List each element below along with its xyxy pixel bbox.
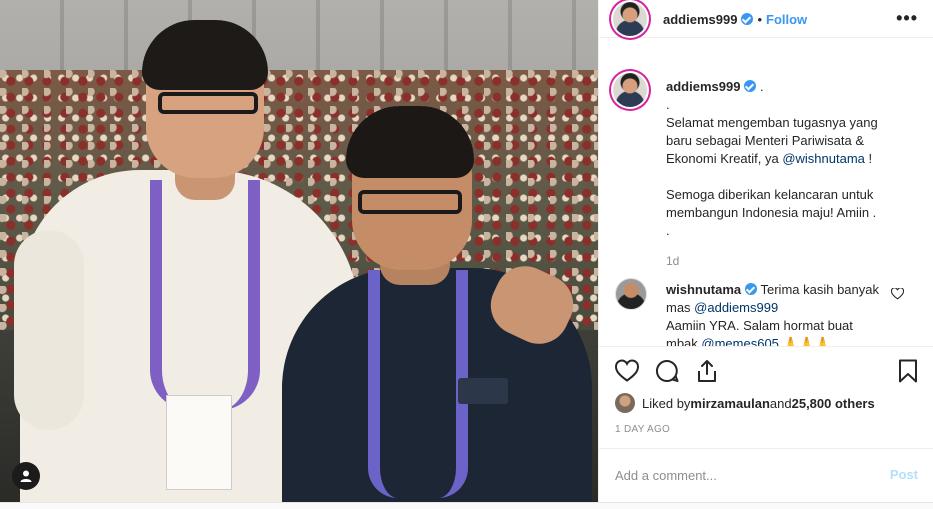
add-comment-section: Post (599, 448, 933, 502)
right-person-lanyard (368, 270, 468, 498)
reply-mention-link[interactable]: @addiems999 (694, 300, 778, 315)
author-avatar[interactable] (613, 2, 647, 36)
caption-line: . (666, 97, 670, 112)
caption-mention-link[interactable]: @wishnutama (782, 151, 865, 166)
caption-line-text: Ekonomi Kreatif, ya (666, 151, 783, 166)
follow-button[interactable]: Follow (766, 12, 807, 27)
likes-others[interactable]: 25,800 others (792, 396, 875, 411)
left-person-glasses (158, 92, 258, 114)
reply-emoji: 🙏🙏🙏 (782, 336, 832, 347)
left-person-id-card (166, 395, 232, 490)
caption-line: Ekonomi Kreatif, ya @wishnutama ! (666, 150, 921, 168)
action-bar (599, 352, 933, 388)
liker-avatar[interactable] (615, 393, 635, 413)
caption-username[interactable]: addiems999 (666, 79, 740, 94)
user-icon (20, 470, 32, 482)
caption-header: addiems999 . (666, 78, 921, 96)
author-username[interactable]: addiems999 (663, 12, 737, 27)
caption-line: membangun Indonesia maju! Amiin . (666, 205, 877, 220)
caption-mention-suffix: ! (864, 151, 873, 166)
left-person-arm (14, 230, 84, 430)
heart-icon[interactable] (614, 358, 640, 384)
tagged-user-button[interactable] (12, 462, 40, 490)
small-heart-icon[interactable] (891, 288, 904, 300)
bookmark-icon[interactable] (895, 358, 921, 384)
share-icon[interactable] (694, 358, 720, 384)
comments-area[interactable]: addiems999 . . Selamat mengemban tugasny… (599, 62, 933, 347)
likes-prefix: Liked by (642, 395, 691, 411)
comment-input[interactable] (615, 463, 865, 487)
post-sidebar: addiems999 • Follow ••• addiems999 . . Sel… (598, 0, 933, 502)
verified-icon (741, 13, 754, 25)
reply-avatar[interactable] (615, 278, 647, 310)
verified-icon (745, 283, 758, 295)
reply-mention-link-2[interactable]: @memes605 (701, 336, 779, 346)
shirt-logo (458, 378, 508, 404)
caption-after-name: . (756, 79, 764, 94)
more-options-icon[interactable]: ••• (896, 8, 918, 29)
caption-avatar[interactable] (613, 73, 647, 107)
separator-dot: • (757, 12, 762, 27)
verified-icon (744, 80, 757, 92)
caption: addiems999 . . Selamat mengemban tugasny… (666, 78, 921, 268)
comment-icon[interactable] (654, 358, 680, 384)
post-header: addiems999 • Follow ••• (599, 0, 933, 38)
author-line: addiems999 • Follow (663, 11, 807, 29)
post-photo[interactable] (0, 0, 598, 502)
reply-username[interactable]: wishnutama (666, 282, 741, 297)
liker-username[interactable]: mirzamaulan (690, 396, 769, 411)
page-bottom-edge (0, 502, 933, 509)
left-person-lanyard (150, 180, 260, 410)
caption-line: Semoga diberikan kelancaran untuk (666, 187, 874, 202)
likes-middle: and (769, 395, 792, 411)
reply-comment: wishnutama Terima kasih banyak mas @addi… (666, 281, 886, 347)
caption-line: baru sebagai Menteri Pariwisata & (666, 133, 864, 148)
post-comment-button[interactable]: Post (890, 467, 918, 482)
caption-line: . (666, 223, 670, 238)
likes-summary: Liked by mirzamaulan and 25,800 others (615, 393, 875, 413)
stadium-stands (0, 0, 598, 75)
post-timestamp[interactable]: 1 DAY AGO (615, 424, 670, 435)
caption-line: Selamat mengemban tugasnya yang (666, 115, 878, 130)
right-person-glasses (358, 190, 462, 214)
caption-age[interactable]: 1d (666, 254, 921, 268)
